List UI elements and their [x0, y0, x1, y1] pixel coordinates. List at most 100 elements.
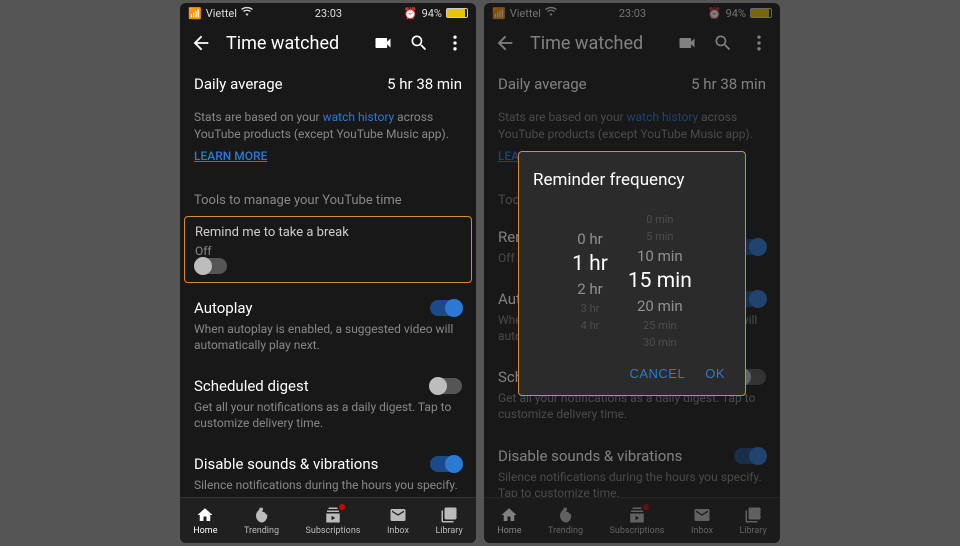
disable-sv-setting[interactable]: Disable sounds & vibrations Silence noti…	[194, 443, 462, 497]
digest-title: Scheduled digest	[194, 377, 309, 395]
home-icon	[499, 506, 519, 524]
reminder-frequency-dialog: Reminder frequency 0 hr 1 hr 2 hr 3 hr 4…	[518, 151, 746, 396]
back-icon[interactable]	[190, 32, 212, 54]
nav-trending-label: Trending	[244, 526, 279, 536]
watch-history-link[interactable]: watch history	[627, 110, 699, 124]
cancel-button[interactable]: CANCEL	[629, 366, 685, 381]
nav-home[interactable]: Home	[193, 506, 217, 536]
nav-library-label: Library	[435, 526, 462, 536]
status-bar: 📶 Viettel 23:03 ⏰ 94%	[180, 3, 476, 23]
library-icon	[439, 506, 459, 524]
overflow-icon[interactable]	[444, 32, 466, 54]
stats-description: Stats are based on your watch history ac…	[498, 109, 766, 143]
daily-average-row: Daily average 5 hr 38 min	[194, 63, 462, 105]
nav-library-label: Library	[739, 526, 766, 536]
disable-sv-sub: Silence notifications during the hours y…	[498, 469, 766, 497]
time-picker[interactable]: 0 hr 1 hr 2 hr 3 hr 4 hr 0 min 5 min 10 …	[533, 206, 731, 356]
daily-average-label: Daily average	[498, 75, 587, 93]
app-bar: Time watched	[484, 23, 780, 63]
bottom-nav: Home Trending Subscriptions Inbox Librar…	[484, 497, 780, 543]
remind-break-setting-highlight: Remind me to take a break Off	[184, 216, 472, 283]
nav-subs-label: Subscriptions	[610, 526, 665, 536]
page-title: Time watched	[226, 33, 358, 54]
clock: 23:03	[619, 7, 646, 20]
wifi-icon	[545, 6, 557, 21]
search-icon[interactable]	[712, 32, 734, 54]
disable-sv-sub: Silence notifications during the hours y…	[194, 477, 462, 497]
signal-icon: 📶	[188, 7, 202, 20]
disable-sv-title: Disable sounds & vibrations	[194, 455, 378, 473]
home-icon	[195, 506, 215, 524]
battery-pct: 94%	[726, 7, 746, 20]
signal-icon: 📶	[492, 7, 506, 20]
digest-sub: Get all your notifications as a daily di…	[194, 399, 462, 431]
phone-right: 📶 Viettel 23:03 ⏰ 94% Time watched	[484, 3, 780, 543]
stats-description: Stats are based on your watch history ac…	[194, 109, 462, 143]
nav-home-label: Home	[193, 526, 217, 536]
digest-setting[interactable]: Scheduled digest Get all your notificati…	[194, 365, 462, 443]
back-icon[interactable]	[494, 32, 516, 54]
autoplay-title: Autoplay	[194, 299, 253, 317]
remind-break-toggle[interactable]	[195, 258, 227, 274]
autoplay-setting[interactable]: Autoplay When autoplay is enabled, a sug…	[194, 287, 462, 365]
inbox-icon	[388, 506, 408, 524]
digest-toggle[interactable]	[430, 378, 462, 394]
daily-average-row: Daily average 5 hr 38 min	[498, 63, 766, 105]
nav-home[interactable]: Home	[497, 506, 521, 536]
wifi-icon	[241, 6, 253, 21]
alarm-icon: ⏰	[404, 7, 418, 20]
autoplay-sub: When autoplay is enabled, a suggested vi…	[194, 321, 462, 353]
nav-inbox-label: Inbox	[691, 526, 713, 536]
status-bar: 📶 Viettel 23:03 ⏰ 94%	[484, 3, 780, 23]
carrier-name: Viettel	[206, 7, 237, 20]
disable-sv-setting[interactable]: Disable sounds & vibrations Silence noti…	[498, 435, 766, 497]
disable-sv-toggle[interactable]	[734, 448, 766, 464]
daily-average-value: 5 hr 38 min	[387, 75, 462, 93]
search-icon[interactable]	[408, 32, 430, 54]
autoplay-toggle[interactable]	[430, 300, 462, 316]
nav-subs[interactable]: Subscriptions	[306, 506, 361, 536]
ok-button[interactable]: OK	[705, 366, 725, 381]
nav-trending[interactable]: Trending	[548, 506, 583, 536]
tools-section-header: Tools to manage your YouTube time	[194, 193, 462, 208]
nav-library[interactable]: Library	[435, 506, 462, 536]
trending-icon	[556, 506, 576, 524]
hours-picker[interactable]: 0 hr 1 hr 2 hr 3 hr 4 hr	[572, 230, 608, 332]
page-title: Time watched	[530, 33, 662, 54]
nav-trending-label: Trending	[548, 526, 583, 536]
learn-more-link[interactable]: LEARN MORE	[194, 149, 462, 163]
app-bar: Time watched	[180, 23, 476, 63]
camera-icon[interactable]	[676, 32, 698, 54]
battery-icon	[750, 8, 772, 18]
clock: 23:03	[315, 7, 342, 20]
nav-home-label: Home	[497, 526, 521, 536]
daily-average-label: Daily average	[194, 75, 283, 93]
remind-break-sub: Off	[195, 244, 461, 258]
nav-trending[interactable]: Trending	[244, 506, 279, 536]
remind-break-title: Remind me to take a break	[195, 225, 461, 240]
daily-average-value: 5 hr 38 min	[691, 75, 766, 93]
nav-inbox[interactable]: Inbox	[387, 506, 409, 536]
nav-subs-label: Subscriptions	[306, 526, 361, 536]
battery-icon	[446, 8, 468, 18]
disable-sv-title: Disable sounds & vibrations	[498, 447, 682, 465]
camera-icon[interactable]	[372, 32, 394, 54]
library-icon	[743, 506, 763, 524]
overflow-icon[interactable]	[748, 32, 770, 54]
nav-inbox-label: Inbox	[387, 526, 409, 536]
subscriptions-icon	[627, 506, 647, 524]
trending-icon	[252, 506, 272, 524]
nav-inbox[interactable]: Inbox	[691, 506, 713, 536]
alarm-icon: ⏰	[708, 7, 722, 20]
nav-subs[interactable]: Subscriptions	[610, 506, 665, 536]
disable-sv-toggle[interactable]	[430, 456, 462, 472]
subscriptions-icon	[323, 506, 343, 524]
mins-picker[interactable]: 0 min 5 min 10 min 15 min 20 min 25 min …	[628, 213, 692, 349]
nav-library[interactable]: Library	[739, 506, 766, 536]
carrier-name: Viettel	[510, 7, 541, 20]
watch-history-link[interactable]: watch history	[323, 110, 395, 124]
battery-pct: 94%	[422, 7, 442, 20]
settings-body: Daily average 5 hr 38 min Stats are base…	[180, 63, 476, 497]
bottom-nav: Home Trending Subscriptions Inbox Librar…	[180, 497, 476, 543]
inbox-icon	[692, 506, 712, 524]
